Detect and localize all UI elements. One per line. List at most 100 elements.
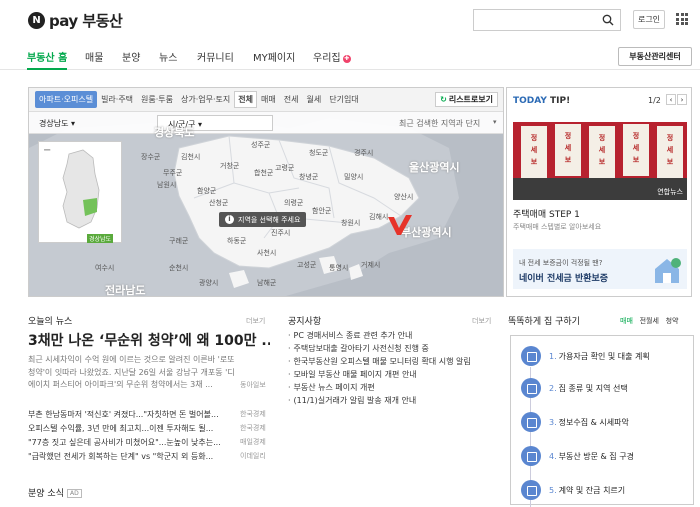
nav-my-home[interactable]: 우리집 ✚ xyxy=(313,49,351,64)
nav-news[interactable]: 뉴스 xyxy=(159,49,177,64)
today-tip-image[interactable]: 정세보 정세보 정세보 정세보 정세보 연합뉴스 xyxy=(513,122,687,200)
wallet-icon xyxy=(521,346,541,366)
chevron-down-icon: ▾ xyxy=(198,120,203,129)
guide-tab-sale[interactable]: 매매 xyxy=(620,317,633,325)
region-map[interactable]: 아파트·오피스텔 빌라·주택 원룸·투룸 상가·업무·토지 전체 매매 전세 월… xyxy=(28,87,504,297)
poster-image: 정세보 xyxy=(589,126,615,178)
notice-item[interactable]: PC 경매서비스 종료 관련 추가 안내 xyxy=(288,330,471,343)
news-item[interactable]: "급락했던 전세가 회복하는 단계" vs "학군지 외 등화... 이데일리 xyxy=(28,451,270,465)
guide-step[interactable]: 4. 부동산 방문 & 집 구경 xyxy=(521,446,634,466)
map-label-gimcheon: 김천시 xyxy=(181,153,201,161)
news-item[interactable]: 부촌 한남동마저 '적신호' 켜졌다..."자칫하면 돈 벌어볼... 한국경제 xyxy=(28,409,270,423)
smart-house-hunting-section: 똑똑하게 집 구하기 매매 전월세 청약 1. 가용자금 확인 및 대출 계획 2… xyxy=(506,314,694,507)
realty-management-center-button[interactable]: 부동산관리센터 xyxy=(618,47,692,66)
tab-apartment-officetel[interactable]: 아파트·오피스텔 xyxy=(35,91,98,108)
sido-select[interactable]: 경상남도 ▾ xyxy=(39,118,75,129)
step-number: 4. xyxy=(549,451,557,461)
news-item[interactable]: 오피스텔 수익률, 3년 만에 최고치...이젠 투자해도 될... 한국경제 xyxy=(28,423,270,437)
notice-more-link[interactable]: 더보기 xyxy=(472,316,491,326)
chevron-right-icon[interactable]: › xyxy=(677,94,687,105)
tab-sale[interactable]: 매매 xyxy=(257,94,280,105)
tab-short-term[interactable]: 단기임대 xyxy=(325,94,362,105)
login-button[interactable]: 로그인 xyxy=(633,10,665,29)
tab-villa-house[interactable]: 빌라·주택 xyxy=(97,94,137,105)
map-label-gurye: 구례군 xyxy=(169,237,189,245)
today-tip-title-b: TIP! xyxy=(546,96,571,106)
select-region-tooltip: i 지역을 선택해 주세요 xyxy=(219,212,307,227)
property-type-tabs: 아파트·오피스텔 빌라·주택 원룸·투룸 상가·업무·토지 전체 매매 전세 월… xyxy=(29,88,503,112)
news-item-source: 한국경제 xyxy=(240,424,266,432)
nav-presale[interactable]: 분양 xyxy=(122,49,140,64)
map-label-hapcheon: 합천군 xyxy=(254,169,274,177)
tab-jeonse[interactable]: 전세 xyxy=(280,94,303,105)
app-menu-grid-icon[interactable] xyxy=(676,13,688,25)
map-label-jeonnam: 전라남도 xyxy=(105,284,146,297)
banner-small-text: 내 전세 보증금이 걱정될 땐? xyxy=(519,259,603,267)
notice-item[interactable]: (11/1)실거래가 알림 발송 재개 안내 xyxy=(288,395,471,408)
guide-step[interactable]: 5. 계약 및 잔금 치르기 xyxy=(521,480,625,500)
news-more-link[interactable]: 더보기 xyxy=(246,316,265,326)
korea-outline-icon xyxy=(62,149,100,229)
chevron-down-icon: ▾ xyxy=(71,119,76,128)
step-label: 부동산 방문 & 집 구경 xyxy=(558,451,634,461)
notice-item[interactable]: 부동산 뉴스 페이지 개편 xyxy=(288,382,471,395)
ad-badge: AD xyxy=(66,489,82,498)
nav-my-page[interactable]: MY페이지 xyxy=(253,49,295,64)
today-tip-heading[interactable]: 주택매매 STEP 1 xyxy=(513,207,580,220)
news-lead-text[interactable]: 최근 시세차익이 수억 원에 이르는 것으로 알려진 이른바 '로또 청약'이 … xyxy=(28,354,236,392)
news-item-title: 오피스텔 수익률, 3년 만에 최고치...이젠 투자해도 될... xyxy=(28,424,214,433)
notice-item[interactable]: 한국부동산원 오피스텔 매물 모니터링 확대 시행 알림 xyxy=(288,356,471,369)
nav-home[interactable]: 부동산 홈 xyxy=(27,49,67,64)
recent-search-dropdown[interactable]: 최근 검색한 지역과 단지 xyxy=(399,118,480,129)
tab-oneroom-tworoom[interactable]: 원룸·투룸 xyxy=(137,94,177,105)
header: N pay 부동산 로그인 xyxy=(0,0,700,40)
map-label-goryeong: 고령군 xyxy=(275,164,295,172)
guide-step[interactable]: 2. 집 종류 및 지역 선택 xyxy=(521,378,628,398)
tab-all-deals[interactable]: 전체 xyxy=(234,91,258,108)
location-check-marker-icon xyxy=(388,215,412,235)
list-view-button[interactable]: ↻ 리스트로보기 xyxy=(435,92,498,107)
map-label-hamyang: 함양군 xyxy=(197,187,217,195)
zoom-out-icon[interactable]: − xyxy=(43,145,51,156)
guide-tab-rent[interactable]: 전월세 xyxy=(640,317,659,325)
step-label: 계약 및 잔금 치르기 xyxy=(558,485,626,495)
korea-minimap[interactable]: − 경상남도 xyxy=(38,141,122,243)
map-label-geochang: 거창군 xyxy=(220,162,240,170)
news-item-source: 이데일리 xyxy=(240,452,266,460)
map-label-hadong: 하동군 xyxy=(227,237,247,245)
today-tip-title-a: TODAY xyxy=(513,96,547,106)
search-input[interactable] xyxy=(473,9,621,31)
map-label-namwon: 남원시 xyxy=(157,181,177,189)
tab-monthly-rent[interactable]: 월세 xyxy=(302,94,325,105)
today-tip-pagination: 1/2 xyxy=(648,96,661,105)
nav-community[interactable]: 커뮤니티 xyxy=(197,49,234,64)
map-label-jinju: 진주시 xyxy=(271,229,291,237)
notice-item[interactable]: 주택담보대출 갈아타기 사전신청 진행 중 xyxy=(288,343,471,356)
nav-listings[interactable]: 매물 xyxy=(85,49,103,64)
map-label-gyeongju: 경주시 xyxy=(354,149,374,157)
notice-section: 공지사항 더보기 PC 경매서비스 종료 관련 추가 안내 주택담보대출 갈아타… xyxy=(288,314,498,405)
photo-credit: 연합뉴스 xyxy=(657,188,683,196)
today-tip-panel: TODAY TIP! 1/2 ‹ › 정세보 정세보 정세보 정세보 정세보 연… xyxy=(506,87,692,297)
map-label-miryang: 밀양시 xyxy=(344,173,364,181)
tab-commercial-land[interactable]: 상가·업무·토지 xyxy=(177,94,234,105)
poster-image: 정세보 xyxy=(555,124,581,176)
guide-step[interactable]: 1. 가용자금 확인 및 대출 계획 xyxy=(521,346,650,366)
guide-step[interactable]: 3. 정보수집 & 시세파악 xyxy=(521,412,629,432)
guide-tab-subscription[interactable]: 청약 xyxy=(666,317,679,325)
jeonse-guarantee-banner[interactable]: 내 전세 보증금이 걱정될 땐? 네이버 전세금 반환보증 xyxy=(513,249,687,289)
news-section-title: 오늘의 뉴스 xyxy=(28,317,73,327)
chevron-left-icon[interactable]: ‹ xyxy=(666,94,676,105)
naver-pay-real-estate-logo[interactable]: N pay 부동산 xyxy=(28,10,123,31)
map-label-gwangyang: 광양시 xyxy=(199,279,219,287)
poster-image: 정세보 xyxy=(657,126,683,178)
chevron-down-icon[interactable]: ▾ xyxy=(493,118,497,126)
notice-item[interactable]: 모바일 부동산 매물 페이지 개편 안내 xyxy=(288,369,471,382)
step-number: 5. xyxy=(549,485,557,495)
news-headline[interactable]: 3채만 나온 ‘무순위 청약’에 왜 100만 ... xyxy=(28,330,270,350)
news-item[interactable]: "77층 짓고 싶은데 공사비가 미쳤어요"...눈높이 낮추는... 매일경제 xyxy=(28,437,270,451)
nav-my-home-label: 우리집 xyxy=(313,53,341,64)
door-icon xyxy=(521,446,541,466)
search-icon[interactable] xyxy=(602,14,614,26)
today-tip-title: TODAY TIP! xyxy=(513,96,570,106)
